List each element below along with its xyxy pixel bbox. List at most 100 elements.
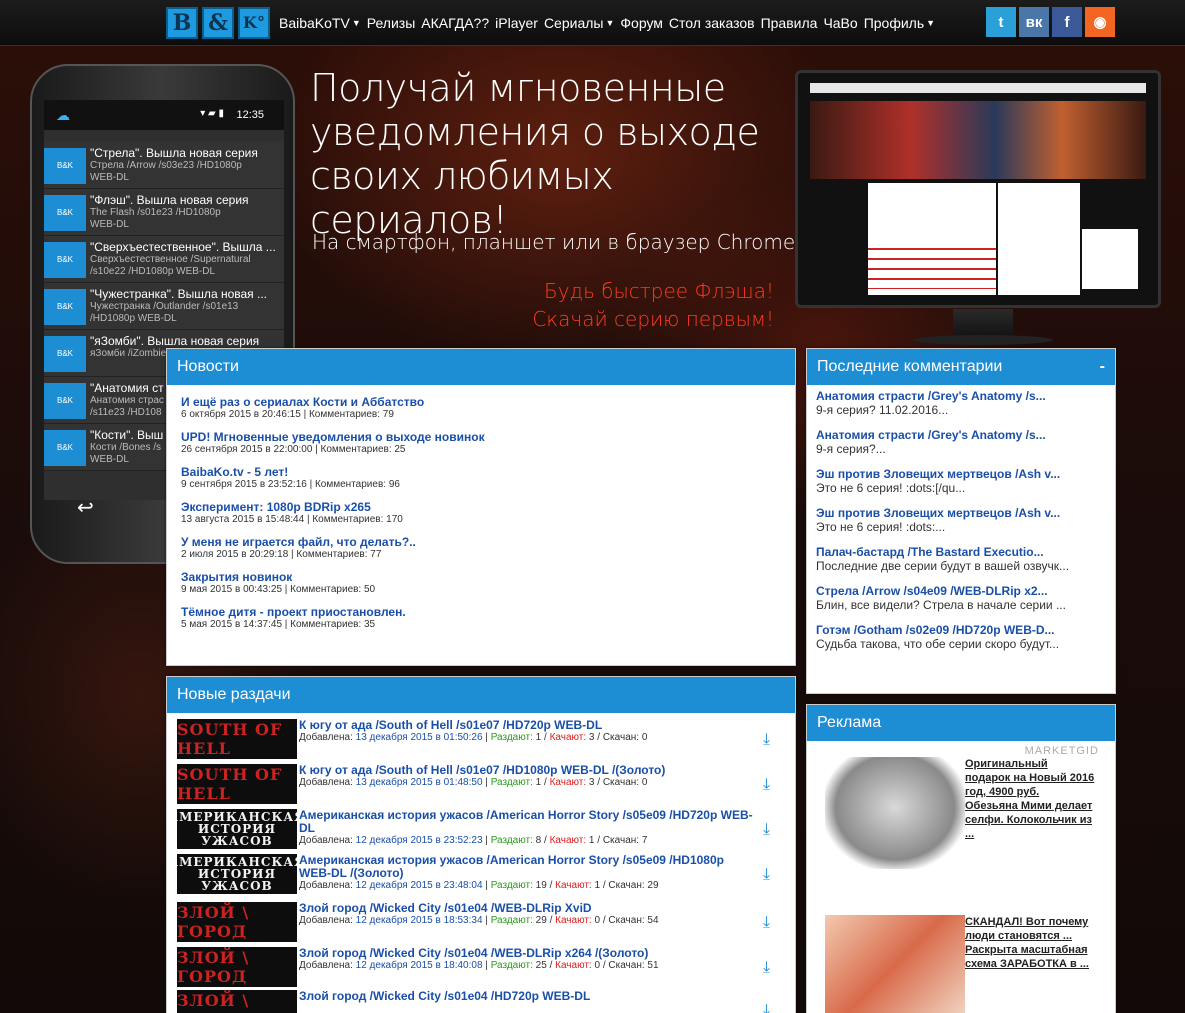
release-thumbnail[interactable]: ЗЛОЙ \ ГОРОД xyxy=(177,990,297,1013)
caret-down-icon: ▼ xyxy=(351,18,361,28)
nav-item-label: BaibaKoTV xyxy=(279,15,350,31)
download-icon[interactable]: ⤓ xyxy=(763,867,779,883)
comment-link[interactable]: Эш против Зловещих мертвецов /Ash v... xyxy=(816,467,1106,481)
facebook-icon[interactable]: f xyxy=(1052,7,1082,37)
download-icon[interactable]: ⤓ xyxy=(763,777,779,793)
comment-link[interactable]: Стрела /Arrow /s04e09 /WEB-DLRip x2... xyxy=(816,584,1106,598)
nav-item-7[interactable]: Правила xyxy=(761,15,818,31)
news-meta: 13 августа 2015 в 15:48:44 | Комментарие… xyxy=(181,514,403,525)
comment-text: 9-я серия?... xyxy=(816,442,886,456)
ad-image-2[interactable] xyxy=(825,915,965,1013)
release-link[interactable]: К югу от ада /South of Hell /s01e07 /HD7… xyxy=(299,719,759,732)
comments-panel: Последние комментарии - Анатомия страсти… xyxy=(806,348,1116,694)
comment-link[interactable]: Анатомия страсти /Grey's Anatomy /s... xyxy=(816,428,1106,442)
release-dl-label: Скачан: xyxy=(608,960,645,971)
download-icon[interactable]: ⤓ xyxy=(763,732,779,748)
collapse-button[interactable]: - xyxy=(1100,349,1105,385)
release-seed: 8 xyxy=(535,835,542,846)
release-thumbnail[interactable]: ЗЛОЙ \ ГОРОД xyxy=(177,902,297,942)
release-leech-label: Качают: xyxy=(549,835,587,846)
release-link[interactable]: Злой город /Wicked City /s01e04 /WEB-DLR… xyxy=(299,947,759,960)
news-meta: 26 сентября 2015 в 22:00:00 | Комментари… xyxy=(181,444,406,455)
release-thumbnail[interactable]: АМЕРИКАНСКАЯ ИСТОРИЯ УЖАСОВ xyxy=(177,854,297,894)
news-link[interactable]: Тёмное дитя - проект приостановлен. xyxy=(181,605,781,619)
notification-line: WEB-DL xyxy=(90,219,129,230)
release-thumbnail[interactable]: SOUTH OF HELL xyxy=(177,764,297,804)
comment-link[interactable]: Эш против Зловещих мертвецов /Ash v... xyxy=(816,506,1106,520)
nav-item-1[interactable]: Релизы xyxy=(367,15,416,31)
release-row: SOUTH OF HELL К югу от ада /South of Hell… xyxy=(177,719,787,761)
release-seed-label: Раздают: xyxy=(490,960,533,971)
release-link[interactable]: Американская история ужасов /American Ho… xyxy=(299,809,759,835)
release-link[interactable]: Злой город /Wicked City /s01e04 /WEB-DLR… xyxy=(299,902,759,915)
notification-line: Стрела /Arrow /s03e23 /HD1080p xyxy=(90,160,242,171)
nav-item-6[interactable]: Стол заказов xyxy=(669,15,755,31)
news-link[interactable]: UPD! Мгновенные уведомления о выходе нов… xyxy=(181,430,781,444)
top-navbar: B & K° BaibaKoTV ▼ Релизы АКАГДА?? iPlayer Се… xyxy=(0,0,1185,46)
release-leech-label: Качают: xyxy=(555,960,592,971)
nav-item-2[interactable]: АКАГДА?? xyxy=(421,15,489,31)
download-icon[interactable]: ⤓ xyxy=(763,915,779,931)
news-link[interactable]: BaibaKo.tv - 5 лет! xyxy=(181,465,781,479)
ad-image-1[interactable] xyxy=(825,757,965,869)
nav-item-4[interactable]: Сериалы ▼ xyxy=(544,15,614,31)
release-row: ЗЛОЙ \ ГОРОДЗлой город /Wicked City /s01… xyxy=(177,902,787,944)
release-dl: 0 xyxy=(641,732,648,743)
release-thumbnail[interactable]: SOUTH OF HELL xyxy=(177,719,297,759)
notification-title: "Кости". Выш xyxy=(90,428,164,442)
download-icon[interactable]: ⤓ xyxy=(763,822,779,838)
nav-item-9[interactable]: Профиль ▼ xyxy=(864,15,935,31)
release-leech-label: Качают: xyxy=(555,880,592,891)
news-link[interactable]: У меня не играется файл, что делать?.. xyxy=(181,535,781,549)
ad-link-1[interactable]: Оригинальный подарок на Новый 2016 год, … xyxy=(965,757,1095,841)
release-added-label: Добавлена: xyxy=(299,915,353,926)
comment-link[interactable]: Палач-бастард /The Bastard Executio... xyxy=(816,545,1106,559)
news-list: И ещё раз о сериалах Кости и Аббатство 6 … xyxy=(167,385,795,650)
nav-item-label: АКАГДА?? xyxy=(421,15,490,31)
nav-item-5[interactable]: Форум xyxy=(620,15,663,31)
news-link[interactable]: И ещё раз о сериалах Кости и Аббатство xyxy=(181,395,781,409)
logo-letter-b: B xyxy=(166,7,198,39)
comment-text: Судьба такова, что обе серии скоро будут… xyxy=(816,637,1060,651)
download-icon[interactable]: ⤓ xyxy=(763,1003,779,1013)
comments-header: Последние комментарии - xyxy=(807,349,1115,385)
release-seed-label: Раздают: xyxy=(490,777,533,788)
comment-link[interactable]: Анатомия страсти /Grey's Anatomy /s... xyxy=(816,389,1106,403)
vk-icon[interactable]: вк xyxy=(1019,7,1049,37)
notification-line: /s11e23 /HD108 xyxy=(90,407,162,418)
release-thumbnail[interactable]: АМЕРИКАНСКАЯ ИСТОРИЯ УЖАСОВ xyxy=(177,809,297,849)
hero-headline: Получай мгновенные уведомления о выходе … xyxy=(310,66,760,242)
release-row: АМЕРИКАНСКАЯ ИСТОРИЯ УЖАСОВАмериканская … xyxy=(177,809,787,851)
release-seed: 29 xyxy=(535,915,547,926)
ad-link-2[interactable]: СКАНДАЛ! Вот почему люди становятся ... … xyxy=(965,915,1095,971)
release-dl: 29 xyxy=(647,880,659,891)
release-link[interactable]: Американская история ужасов /American Ho… xyxy=(299,854,759,880)
notification-title: "Стрела". Вышла новая серия xyxy=(90,146,258,160)
news-link[interactable]: Закрытия новинок xyxy=(181,570,781,584)
nav-item-label: Профиль xyxy=(863,15,925,31)
nav-item-8[interactable]: ЧаВо xyxy=(823,15,857,31)
releases-panel: Новые раздачи SOUTH OF HELL К югу от ада … xyxy=(166,676,796,1013)
news-link[interactable]: Эксперимент: 1080p BDRip x265 xyxy=(181,500,781,514)
comment-link[interactable]: Готэм /Gotham /s02e09 /HD720p WEB-D... xyxy=(816,623,1106,637)
news-meta: 9 сентября 2015 в 23:52:16 | Комментарие… xyxy=(181,479,400,490)
download-icon[interactable]: ⤓ xyxy=(763,960,779,976)
site-logo[interactable]: B & K° xyxy=(166,7,270,39)
release-thumbnail[interactable]: ЗЛОЙ \ ГОРОД xyxy=(177,947,297,987)
release-link[interactable]: К югу от ада /South of Hell /s01e07 /HD1… xyxy=(299,764,759,777)
releases-header: Новые раздачи xyxy=(167,677,795,713)
release-added-label: Добавлена: xyxy=(299,835,353,846)
twitter-icon[interactable]: t xyxy=(986,7,1016,37)
release-info: Американская история ужасов /American Ho… xyxy=(299,809,759,847)
signal-icon: ▾ ▰ ▮ xyxy=(200,108,224,119)
news-item: Эксперимент: 1080p BDRip x265 13 августа … xyxy=(181,500,781,525)
rss-icon[interactable]: ◉ xyxy=(1085,7,1115,37)
nav-item-3[interactable]: iPlayer xyxy=(495,15,538,31)
release-info: Злой город /Wicked City /s01e04 /WEB-DLR… xyxy=(299,947,759,972)
release-leech-label: Качают: xyxy=(549,777,587,788)
release-link[interactable]: Злой город /Wicked City /s01e04 /HD720p … xyxy=(299,990,759,1003)
comment-text: 9-я серия? 11.02.2016... xyxy=(816,403,949,417)
notification-title: "Анатомия ст xyxy=(90,381,164,395)
nav-item-0[interactable]: BaibaKoTV ▼ xyxy=(279,15,361,31)
release-seed-label: Раздают: xyxy=(490,835,533,846)
